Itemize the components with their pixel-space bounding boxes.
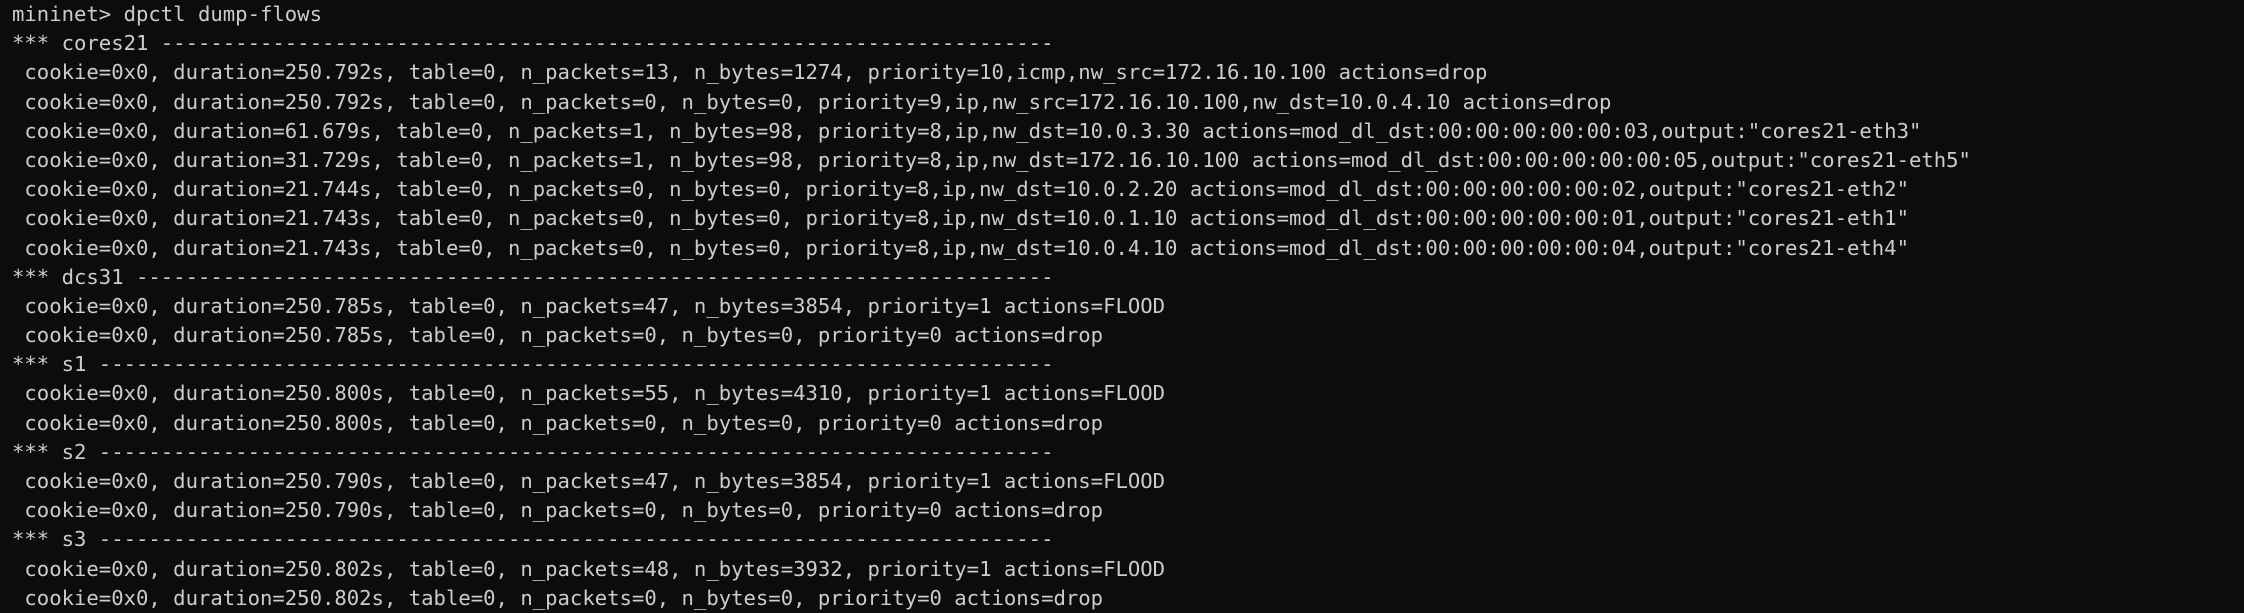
section-header-s3: *** s3 ---------------------------------… [12,527,1054,552]
section-header-s1: *** s1 ---------------------------------… [12,352,1054,377]
flow-entry: cookie=0x0, duration=250.802s, table=0, … [12,556,1166,581]
terminal-output[interactable]: mininet> dpctl dump-flows *** cores21 --… [0,0,2244,613]
flow-entry: cookie=0x0, duration=21.744s, table=0, n… [12,177,1909,202]
flow-entry: cookie=0x0, duration=250.785s, table=0, … [12,293,1166,318]
section-header-cores21: *** cores21 ----------------------------… [12,31,1054,56]
flow-entry: cookie=0x0, duration=250.785s, table=0, … [12,323,1104,348]
flow-entry: cookie=0x0, duration=250.800s, table=0, … [12,381,1166,406]
flow-entry: cookie=0x0, duration=21.743s, table=0, n… [12,206,1909,231]
flow-entry: cookie=0x0, duration=250.790s, table=0, … [12,498,1104,523]
prompt-line: mininet> dpctl dump-flows [12,2,322,26]
flow-entry: cookie=0x0, duration=31.729s, table=0, n… [12,147,1971,172]
flow-entry: cookie=0x0, duration=250.790s, table=0, … [12,469,1166,493]
section-header-s2: *** s2 ---------------------------------… [12,439,1054,464]
flow-entry: cookie=0x0, duration=250.800s, table=0, … [12,410,1104,435]
flow-entry: cookie=0x0, duration=21.743s, table=0, n… [12,235,1909,260]
flow-entry: cookie=0x0, duration=250.792s, table=0, … [12,89,1612,114]
section-header-dcs31: *** dcs31 ------------------------------… [12,264,1054,289]
flow-entry: cookie=0x0, duration=61.679s, table=0, n… [12,118,1922,143]
flow-entry: cookie=0x0, duration=250.792s, table=0, … [12,60,1488,85]
flow-entry: cookie=0x0, duration=250.802s, table=0, … [12,585,1104,610]
